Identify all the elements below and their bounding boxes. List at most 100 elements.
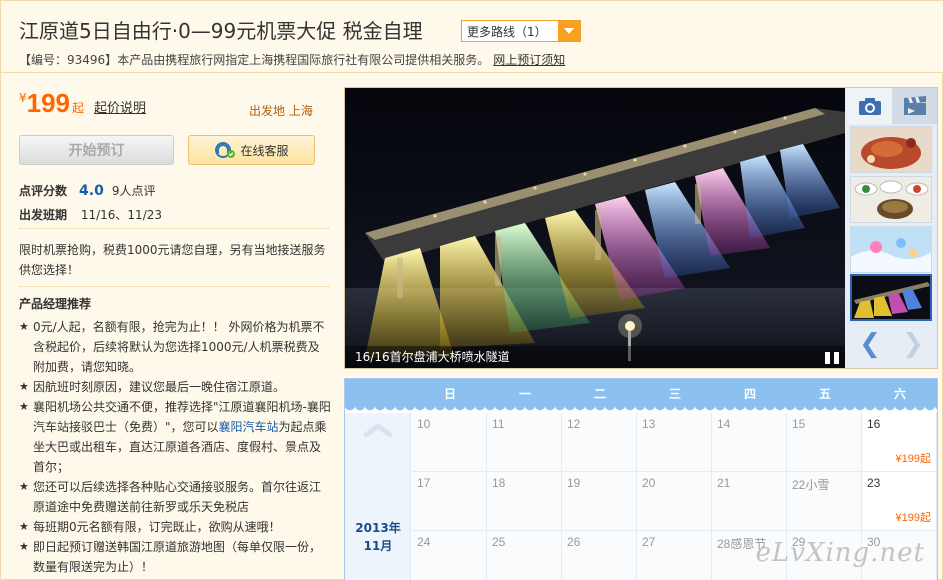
calendar-day: 17 [412, 472, 487, 531]
list-item: 每班期0元名额有限，订完既止，欲购从速哦！ [19, 517, 331, 537]
korean-meal-thumbnail [851, 177, 931, 222]
tab-videos[interactable] [892, 88, 937, 124]
calendar-day: 26 [562, 531, 637, 580]
weekday-label: 日 [443, 387, 456, 401]
calendar-day-number: 22小雪 [792, 478, 830, 492]
product-summary: ¥ 199 起 起价说明 出发地 上海 开始预订 在线客服 点评分数 4.0 9… [1, 74, 338, 580]
start-booking-button[interactable]: 开始预订 [19, 135, 174, 165]
watermark-text: eLvXing.net [755, 538, 925, 568]
calendar-month-panel: 2013年 11月 [345, 413, 411, 580]
product-provider: 本产品由携程旅行网指定上海携程国际旅行社有限公司提供相关服务。 [117, 53, 490, 67]
fare-notice: 限时机票抢购，税费1000元请您自理，另有当地接送服务供您选择！ [19, 243, 326, 277]
list-item: 即日起预订赠送韩国江原道旅游地图（每单仅限一份，数量有限送完为止）！ [19, 537, 331, 577]
review-count-link[interactable]: 9人点评 [112, 182, 156, 199]
calendar-year: 2013年 [355, 521, 401, 535]
calendar-day: 22小雪 [787, 472, 862, 531]
camera-icon [858, 98, 881, 115]
weekday-label: 五 [818, 387, 831, 401]
tab-photos[interactable] [847, 88, 892, 124]
weekday-label: 二 [593, 387, 606, 401]
calendar-day-number: 10 [417, 417, 431, 431]
gallery-thumbnail[interactable] [850, 226, 932, 273]
calendar-day: 13 [637, 413, 712, 472]
product-title: 江原道5日自由行·0—99元机票大促 税金自理 [19, 19, 423, 43]
weekday-label: 一 [518, 387, 531, 401]
departure-dates-row: 出发班期 11/16、11/23 [19, 206, 162, 223]
calendar-day-number: 18 [492, 476, 506, 490]
departure-dates-value: 11/16、11/23 [80, 208, 163, 222]
main-photo[interactable]: 16/16首尔盘浦大桥喷水隧道 [345, 88, 845, 368]
manager-recommend-title: 产品经理推荐 [19, 297, 92, 311]
more-routes-label: 更多路线（1） [467, 24, 547, 39]
booking-notice-link[interactable]: 网上预订须知 [493, 53, 565, 67]
calendar-month-label: 2013年 11月 [345, 519, 411, 555]
weekday-label: 四 [743, 387, 756, 401]
calendar-day-number: 15 [792, 417, 806, 431]
calendar-day-number: 16 [867, 417, 881, 431]
calendar-scallop-edge [345, 405, 937, 413]
calendar-day-number: 23 [867, 476, 881, 490]
calendar-day-number: 13 [642, 417, 656, 431]
chevron-right-icon: ❯ [902, 329, 924, 359]
currency-symbol: ¥ [19, 91, 27, 105]
manager-recommend-list: 0元/人起，名额有限，抢完为止！！ 外网价格为机票不含税起价，后续将默认为您选择… [19, 317, 331, 577]
calendar-day: 21 [712, 472, 787, 531]
calendar-day: 12 [562, 413, 637, 472]
price-calendar: 日 一 二 三 四 五 六 2013年 11月 10 11 12 13 14 15 16 ¥1… [344, 378, 938, 580]
gallery-thumbnail[interactable] [850, 126, 932, 173]
calendar-day: 19 [562, 472, 637, 531]
bridge-fountain-photo [345, 88, 845, 368]
calendar-day-price: ¥199起 [895, 453, 931, 465]
calendar-day: 15 [787, 413, 862, 472]
calendar-day-number: 14 [717, 417, 731, 431]
photo-caption: 16/16首尔盘浦大桥喷水隧道 [355, 350, 510, 364]
more-routes-dropdown[interactable]: 更多路线（1） [461, 20, 581, 42]
calendar-day: 10 [412, 413, 487, 472]
weekday-label: 六 [893, 387, 906, 401]
ice-show-thumbnail [851, 227, 931, 272]
weekday-label: 三 [668, 387, 681, 401]
xiangyang-station-link[interactable]: 襄阳汽车站 [219, 420, 279, 434]
price-row: ¥ 199 起 起价说明 [19, 88, 146, 118]
calendar-day-price: ¥199起 [895, 512, 931, 524]
pause-icon[interactable] [825, 352, 839, 364]
product-info-line: 【编号：93496】本产品由携程旅行网指定上海携程国际旅行社有限公司提供相关服务… [19, 51, 565, 68]
photo-gallery: 16/16首尔盘浦大桥喷水隧道 ❮ ❯ [344, 87, 938, 369]
price-explain-link[interactable]: 起价说明 [94, 97, 146, 116]
calendar-day-number: 24 [417, 535, 431, 549]
calendar-day-number: 25 [492, 535, 506, 549]
gallery-thumbnail[interactable] [850, 176, 932, 223]
list-item: 因航班时刻原因，建议您最后一晚住宿江原道。 [19, 377, 331, 397]
chevron-up-icon[interactable] [363, 423, 393, 437]
gallery-next-button[interactable]: ❯ [893, 328, 933, 360]
online-service-label: 在线客服 [240, 143, 289, 158]
calendar-day-number: 17 [417, 476, 431, 490]
chevron-down-icon[interactable] [558, 21, 580, 41]
calendar-day: 25 [487, 531, 562, 580]
calendar-day: 18 [487, 472, 562, 531]
list-item: 襄阳机场公共交通不便，推荐选择"江原道襄阳机场-襄阳汽车站接驳巴士（免费）"，您… [19, 397, 331, 477]
calendar-day: 11 [487, 413, 562, 472]
calendar-day-number: 26 [567, 535, 581, 549]
calendar-day: 24 [412, 531, 487, 580]
gallery-prev-button[interactable]: ❮ [850, 328, 890, 360]
calendar-day-available[interactable]: 16 ¥199起 [862, 413, 937, 472]
calendar-day-available[interactable]: 23 ¥199起 [862, 472, 937, 531]
divider [19, 286, 329, 287]
bridge-fountain-thumbnail [852, 276, 930, 319]
calendar-day-number: 19 [567, 476, 581, 490]
price-value: 199 [26, 88, 71, 118]
departure-city: 出发地 上海 [249, 104, 313, 118]
rating-label: 点评分数 [19, 184, 68, 198]
divider [19, 228, 329, 229]
gallery-thumbnail-selected[interactable] [850, 274, 932, 321]
calendar-day: 20 [637, 472, 712, 531]
customer-service-icon [214, 141, 236, 159]
rating-row: 点评分数 4.0 9人点评 [19, 182, 155, 199]
gallery-tabs [847, 88, 937, 124]
calendar-month: 11月 [363, 539, 393, 553]
price-suffix: 起 [72, 101, 85, 115]
video-clapper-icon [903, 96, 926, 115]
calendar-day-number: 21 [717, 476, 731, 490]
online-service-button[interactable]: 在线客服 [188, 135, 315, 165]
